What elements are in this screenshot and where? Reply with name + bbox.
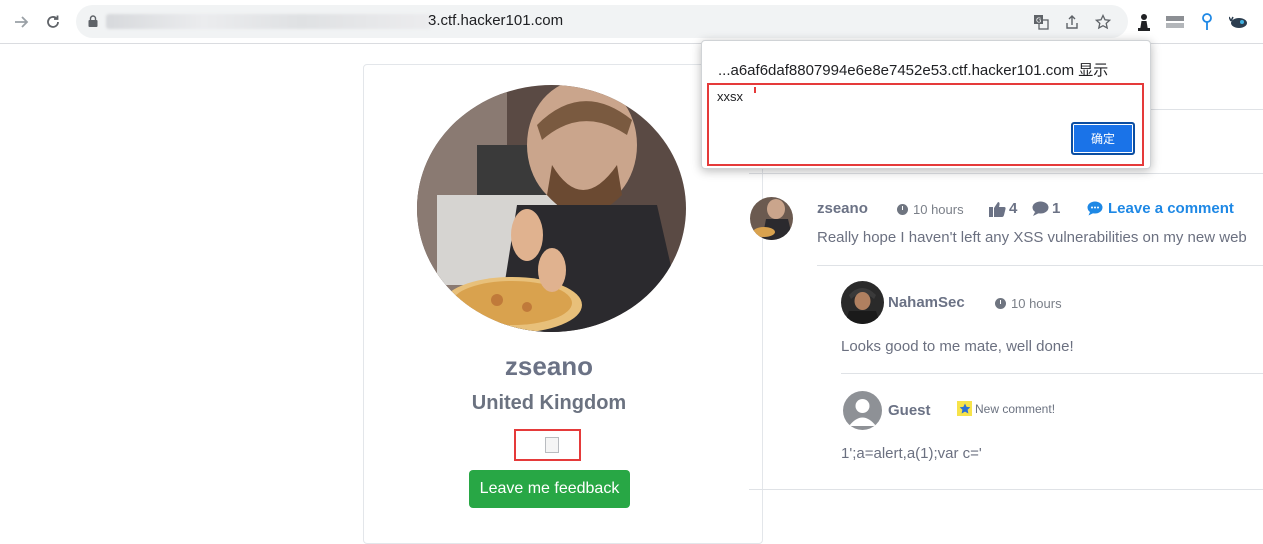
extension-pin-icon[interactable] <box>1197 11 1217 33</box>
feed-divider <box>817 265 1263 266</box>
url-redacted <box>106 14 431 29</box>
svg-text:G: G <box>1036 17 1041 25</box>
bookmark-star-icon[interactable] <box>1093 12 1113 32</box>
comment-bubble-icon <box>1032 201 1049 216</box>
profile-avatar <box>417 85 686 332</box>
like-count-text: 4 <box>1009 200 1018 217</box>
guest-avatar[interactable] <box>843 391 882 430</box>
leave-comment-link[interactable]: Leave a comment <box>1087 200 1234 217</box>
alert-ok-button[interactable]: 确定 <box>1071 122 1135 155</box>
profile-username: zseano <box>504 351 594 381</box>
broken-image-icon <box>545 437 559 453</box>
post-author-avatar[interactable] <box>750 197 793 240</box>
reply-text: Looks good to me mate, well done! <box>841 338 1074 355</box>
browser-toolbar: 3.ctf.hacker101.com G <box>0 0 1263 44</box>
star-icon <box>957 401 972 416</box>
reload-icon[interactable] <box>39 8 67 36</box>
guest-author-name[interactable]: Guest <box>888 402 931 419</box>
reply-author-avatar[interactable] <box>841 281 884 324</box>
lock-icon[interactable] <box>88 15 98 27</box>
comment-count[interactable]: 1 <box>1032 200 1060 217</box>
post-text: Really hope I haven't left any XSS vulne… <box>817 229 1247 246</box>
comment-count-text: 1 <box>1052 200 1061 217</box>
alert-dialog: ...a6af6daf8807994e6e8e7452e53.ctf.hacke… <box>701 40 1151 169</box>
feed-divider <box>749 173 1263 174</box>
clock-icon <box>897 204 908 215</box>
feed-divider <box>749 489 1263 490</box>
leave-feedback-button[interactable]: Leave me feedback <box>469 470 630 508</box>
guest-comment-text: 1';a=alert,a(1);var c=' <box>841 445 982 462</box>
like-count[interactable]: 4 <box>989 200 1017 217</box>
address-bar[interactable]: 3.ctf.hacker101.com G <box>76 5 1128 38</box>
alert-message: xxsx <box>717 89 743 104</box>
alert-origin: ...a6af6daf8807994e6e8e7452e53.ctf.hacke… <box>718 62 1109 79</box>
injected-image-highlight <box>514 429 581 461</box>
new-comment-badge: New comment! <box>957 401 1055 416</box>
reply-author-name[interactable]: NahamSec <box>888 294 965 311</box>
forward-icon[interactable] <box>7 8 35 36</box>
post-author-name[interactable]: zseano <box>817 200 868 217</box>
thumbs-up-icon <box>989 201 1006 217</box>
reply-time: 10 hours <box>995 296 1062 311</box>
extension-bars-icon[interactable] <box>1165 11 1185 33</box>
translate-icon[interactable]: G <box>1031 12 1051 32</box>
share-icon[interactable] <box>1062 12 1082 32</box>
extension-chess-icon[interactable] <box>1134 11 1154 33</box>
extension-whale-icon[interactable] <box>1229 11 1249 33</box>
comment-dots-icon <box>1087 201 1103 216</box>
red-mark <box>754 87 756 93</box>
url-text: 3.ctf.hacker101.com <box>428 12 564 29</box>
leave-comment-label: Leave a comment <box>1108 200 1234 217</box>
clock-icon <box>995 298 1006 309</box>
post-time-text: 10 hours <box>913 202 964 217</box>
profile-country: United Kingdom <box>471 392 627 414</box>
reply-time-text: 10 hours <box>1011 296 1062 311</box>
post-time: 10 hours <box>897 202 964 217</box>
feed-divider <box>841 373 1263 374</box>
new-comment-label: New comment! <box>975 401 1056 416</box>
